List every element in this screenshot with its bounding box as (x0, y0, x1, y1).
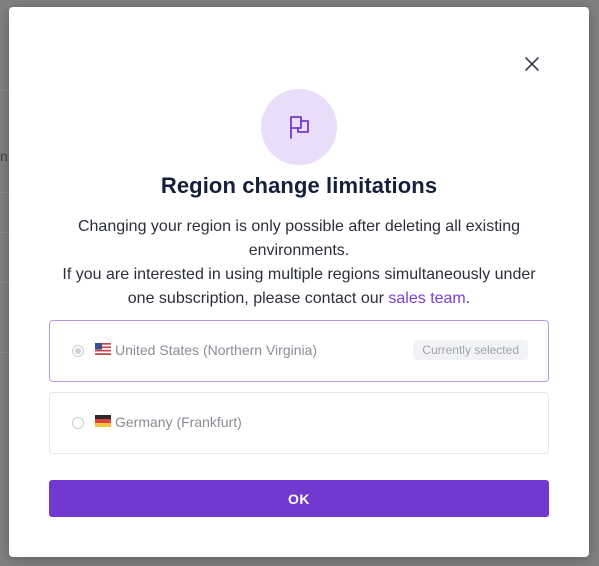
region-radio-us[interactable] (72, 345, 84, 357)
modal-title: Region change limitations (160, 173, 438, 198)
currently-selected-badge: Currently selected (413, 340, 528, 360)
region-option-de[interactable]: Germany (Frankfurt) (49, 392, 549, 454)
modal-description: Changing your region is only possible af… (49, 215, 549, 311)
description-line-2: If you are interested in using multiple … (49, 263, 549, 311)
region-radio-de[interactable] (72, 417, 84, 429)
sales-team-link[interactable]: sales team (388, 290, 465, 307)
region-label-us: United States (Northern Virginia) (115, 342, 318, 358)
description-line-1: Changing your region is only possible af… (77, 218, 521, 259)
region-option-us[interactable]: United States (Northern Virginia) Curren… (49, 320, 549, 382)
region-label-de: Germany (Frankfurt) (115, 414, 242, 430)
us-flag-icon (95, 343, 111, 355)
de-flag-icon (95, 415, 111, 427)
background-text-fragment: n (0, 148, 8, 164)
region-change-modal: Region change limitations Changing your … (9, 7, 589, 557)
close-button[interactable] (521, 53, 543, 75)
description-punctuation: . (465, 290, 471, 307)
flag-icon (290, 116, 309, 139)
header-icon-circle (261, 89, 337, 165)
close-icon[interactable] (521, 53, 543, 75)
ok-button[interactable]: OK (49, 480, 549, 517)
